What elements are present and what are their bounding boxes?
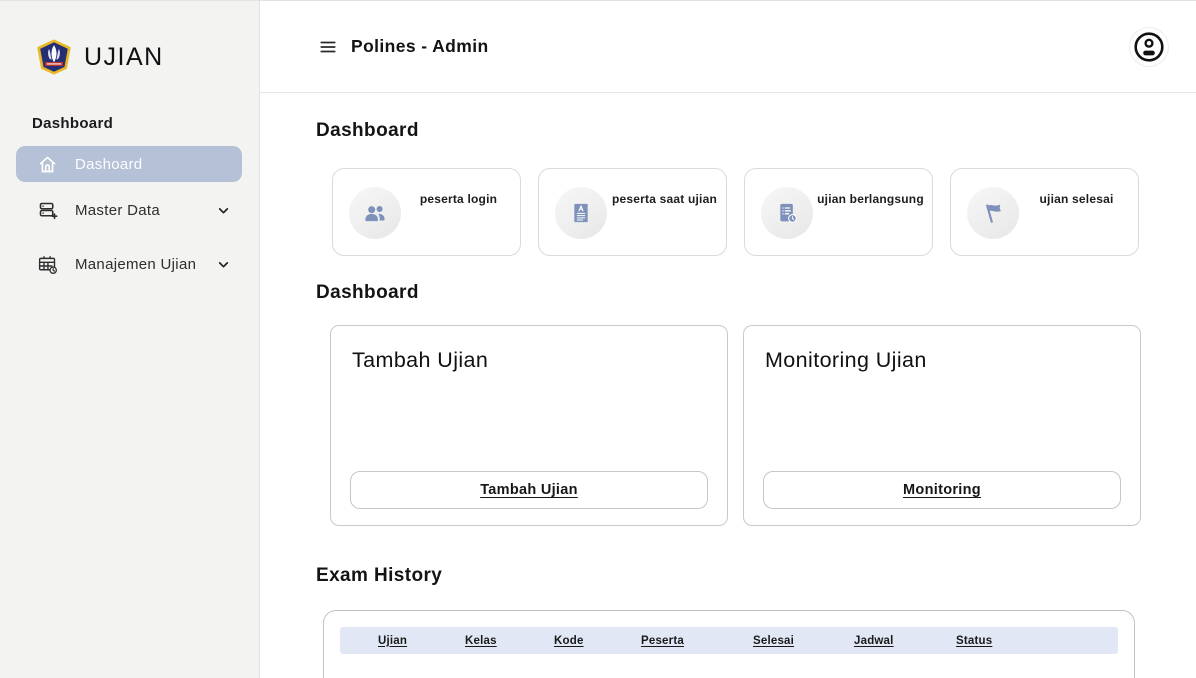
flag-icon — [967, 187, 1019, 239]
exam-history-title: Exam History — [316, 565, 1196, 587]
monitoring-button[interactable]: Monitoring — [763, 471, 1121, 509]
stat-card-peserta-login[interactable]: peserta login — [332, 168, 521, 256]
column-header-kode[interactable]: Kode — [554, 635, 641, 647]
users-icon — [349, 187, 401, 239]
tambah-ujian-card: Tambah Ujian Tambah Ujian — [330, 325, 728, 526]
calendar-clock-icon — [37, 254, 58, 275]
monitoring-ujian-card: Monitoring Ujian Monitoring — [743, 325, 1141, 526]
exam-paper-icon — [555, 187, 607, 239]
sidebar-item-dashboard[interactable]: Dashoard — [16, 146, 242, 182]
stat-card-ujian-selesai[interactable]: ujian selesai — [950, 168, 1139, 256]
polines-emblem-icon — [36, 39, 72, 75]
stat-card-label: ujian selesai — [1019, 169, 1138, 255]
section-title-dashboard-2: Dashboard — [316, 282, 1196, 304]
exam-history-table: Ujian Kelas Kode Peserta Selesai Jadwal … — [323, 610, 1135, 678]
main-area: Dashboard peserta login — [260, 93, 1196, 678]
chevron-down-icon — [217, 258, 230, 271]
exam-history-header-row: Ujian Kelas Kode Peserta Selesai Jadwal … — [340, 627, 1118, 654]
column-header-selesai[interactable]: Selesai — [753, 635, 854, 647]
chevron-down-icon — [217, 204, 230, 217]
clipboard-clock-icon — [761, 187, 813, 239]
hamburger-icon[interactable] — [318, 38, 338, 56]
card-title: Tambah Ujian — [352, 348, 488, 373]
tambah-ujian-button[interactable]: Tambah Ujian — [350, 471, 708, 509]
database-icon — [37, 200, 58, 221]
stat-card-label: peserta saat ujian — [607, 169, 726, 255]
home-icon — [37, 154, 58, 175]
sidebar-item-label: Manajemen Ujian — [75, 256, 200, 273]
user-avatar-icon[interactable] — [1130, 28, 1168, 66]
column-header-jadwal[interactable]: Jadwal — [854, 635, 956, 647]
sidebar-nav: Dashoard Master Data — [0, 146, 259, 282]
action-cards-row: Tambah Ujian Tambah Ujian Monitoring Uji… — [330, 325, 1196, 526]
topbar: Polines - Admin — [260, 1, 1196, 93]
card-title: Monitoring Ujian — [765, 348, 927, 373]
column-header-status[interactable]: Status — [956, 635, 1056, 647]
stat-card-ujian-berlangsung[interactable]: ujian berlangsung — [744, 168, 933, 256]
column-header-peserta[interactable]: Peserta — [641, 635, 753, 647]
logo-text: UJIAN — [84, 43, 164, 72]
column-header-kelas[interactable]: Kelas — [465, 635, 554, 647]
page-title: Polines - Admin — [351, 36, 489, 57]
stat-card-label: peserta login — [401, 169, 520, 255]
stat-card-label: ujian berlangsung — [813, 169, 932, 255]
app-logo: UJIAN — [0, 39, 259, 75]
sidebar-section-heading: Dashboard — [32, 115, 259, 132]
sidebar-item-master-data[interactable]: Master Data — [16, 192, 242, 228]
stat-card-peserta-saat-ujian[interactable]: peserta saat ujian — [538, 168, 727, 256]
app-root: UJIAN Dashboard Dashoard — [0, 0, 1196, 678]
column-header-ujian[interactable]: Ujian — [378, 635, 465, 647]
content-column: Polines - Admin Dashboard — [260, 1, 1196, 678]
sidebar-item-label: Dashoard — [75, 156, 230, 173]
section-title-dashboard-1: Dashboard — [316, 120, 1196, 142]
sidebar: UJIAN Dashboard Dashoard — [0, 1, 260, 678]
stat-cards-row: peserta login peserta saat ujian — [332, 168, 1196, 256]
sidebar-item-manajemen-ujian[interactable]: Manajemen Ujian — [16, 246, 242, 282]
sidebar-item-label: Master Data — [75, 202, 200, 219]
